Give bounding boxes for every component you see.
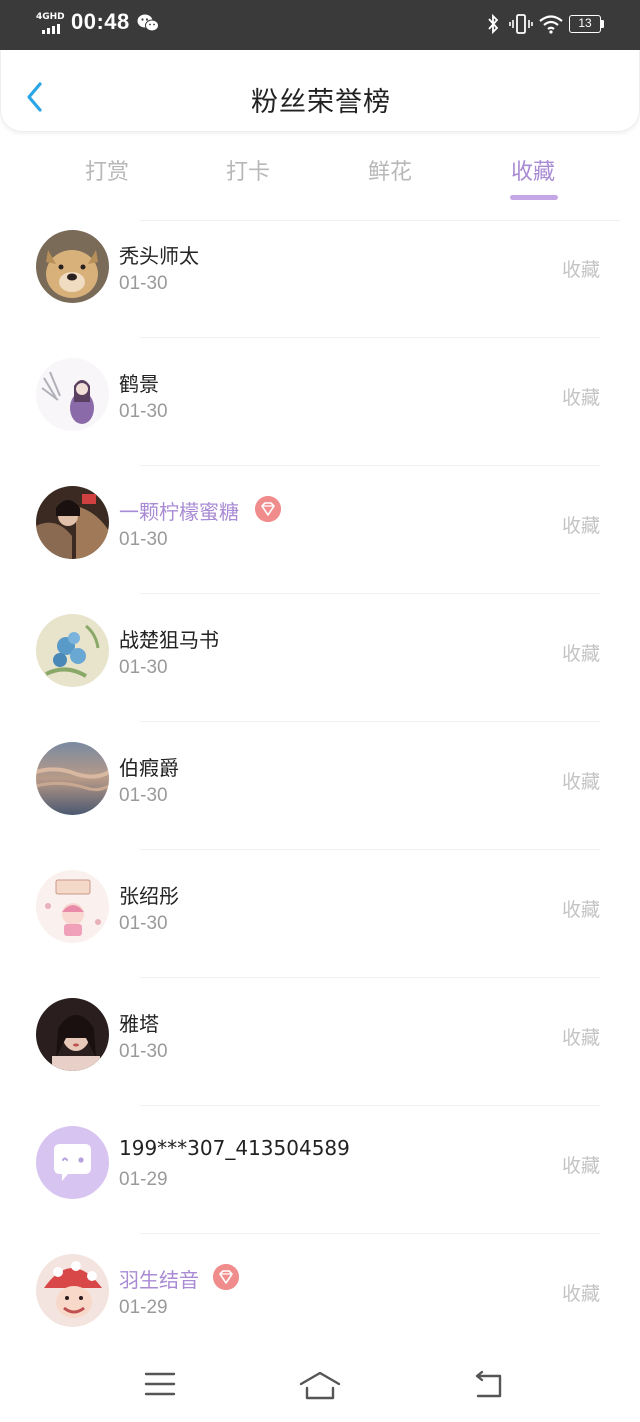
vibrate-icon [509,14,533,34]
fan-action-label: 收藏 [562,1027,601,1049]
fan-action-label: 收藏 [562,643,601,665]
fan-name: 鹤景 [119,372,159,396]
page-title: 粉丝荣誉榜 [251,87,391,118]
fan-action-label: 收藏 [562,899,601,921]
home-icon[interactable] [298,1370,342,1402]
row-divider [140,1105,600,1106]
clock: 00:48 [71,9,130,34]
active-tab-indicator [510,195,558,200]
dog-photo-avatar [36,230,109,303]
avatar[interactable] [36,1254,109,1327]
network-type-label: 4GHD [36,12,65,22]
battery-indicator: 13 [569,15,601,33]
back-nav-icon[interactable] [472,1370,504,1400]
avatar[interactable] [36,1126,109,1199]
sunset-clouds-avatar [36,742,109,815]
diamond-vip-icon [213,1264,239,1290]
list-item[interactable]: 一颗柠檬蜜糖 01-30 收藏 [0,476,640,604]
avatar[interactable] [36,742,109,815]
fan-name: 战楚狙马书 [119,628,219,652]
row-divider [140,465,600,466]
avatar[interactable] [36,486,109,559]
list-item[interactable]: 战楚狙马书 01-30 收藏 [0,604,640,732]
flower-painting-avatar [36,614,109,687]
avatar[interactable] [36,230,109,303]
fan-action-label: 收藏 [562,771,601,793]
selfie-photo-avatar [36,486,109,559]
list-item[interactable]: 伯瘕爵 01-30 收藏 [0,732,640,860]
fan-date: 01-29 [119,1169,168,1190]
row-divider [140,593,600,594]
status-bar: 4GHD 00:48 13 [0,0,640,50]
fan-name: 199***307_413504589 [119,1136,350,1160]
fan-date: 01-30 [119,529,168,550]
fan-name: 伯瘕爵 [119,756,179,780]
fan-action-label: 收藏 [562,387,601,409]
system-nav-bar [0,1350,640,1422]
fan-date: 01-29 [119,1297,168,1318]
fan-date: 01-30 [119,657,168,678]
fan-name: 羽生结音 [119,1268,199,1292]
list-item[interactable]: 199***307_413504589 01-29 收藏 [0,1116,640,1244]
avatar[interactable] [36,870,109,943]
tab-tips[interactable]: 打赏 [62,154,152,186]
list-item[interactable]: 秃头师太 01-30 收藏 [0,220,640,348]
avatar[interactable] [36,998,109,1071]
header: 粉丝荣誉榜 [0,50,640,132]
fan-date: 01-30 [119,401,168,422]
portrait-photo-avatar [36,998,109,1071]
row-divider [140,977,600,978]
diamond-vip-icon [255,496,281,522]
row-divider [140,849,600,850]
fan-date: 01-30 [119,913,168,934]
list-item[interactable]: 张绍彤 01-30 收藏 [0,860,640,988]
fan-name: 一颗柠檬蜜糖 [119,500,239,524]
fan-date: 01-30 [119,273,168,294]
menu-icon[interactable] [144,1370,176,1398]
tab-flowers[interactable]: 鲜花 [345,154,435,186]
fan-name: 雅塔 [119,1012,159,1036]
list-item[interactable]: 雅塔 01-30 收藏 [0,988,640,1116]
default-chat-avatar-icon [36,1126,109,1199]
avatar[interactable] [36,358,109,431]
bluetooth-icon [488,13,499,35]
wechat-icon [137,14,159,32]
battery-tip [601,20,604,28]
row-divider [140,721,600,722]
fan-action-label: 收藏 [562,259,601,281]
tab-checkin[interactable]: 打卡 [203,154,293,186]
row-divider [140,337,600,338]
fan-name: 张绍彤 [119,884,179,908]
wifi-icon [539,15,563,34]
fan-date: 01-30 [119,785,168,806]
fan-action-label: 收藏 [562,1283,601,1305]
cartoon-sticker-avatar [36,870,109,943]
fan-date: 01-30 [119,1041,168,1062]
fan-name: 秃头师太 [119,244,199,268]
fan-action-label: 收藏 [562,515,601,537]
signal-bars-icon [42,24,60,34]
beanie-girl-avatar [36,1254,109,1327]
avatar[interactable] [36,614,109,687]
list-item[interactable]: 鹤景 01-30 收藏 [0,348,640,476]
row-divider [140,1233,600,1234]
tab-favorites[interactable]: 收藏 [488,154,578,186]
fan-action-label: 收藏 [562,1155,601,1177]
anime-girl-avatar [36,358,109,431]
